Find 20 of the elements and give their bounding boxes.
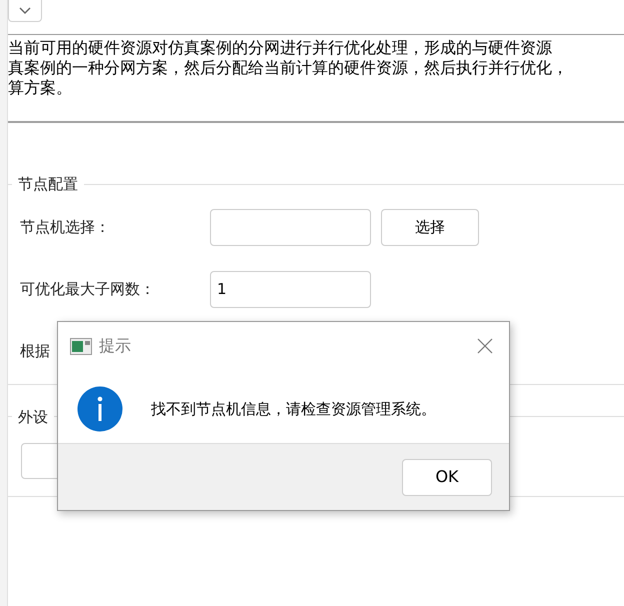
description-line: 当前可用的硬件资源对仿真案例的分网进行并行优化处理，形成的与硬件资源 (8, 38, 553, 58)
app-icon (70, 338, 92, 354)
dropdown-button[interactable] (8, 0, 42, 22)
chevron-down-icon (19, 6, 31, 14)
ok-button[interactable]: OK (402, 458, 492, 496)
group-title: 外设 (17, 406, 49, 428)
group-title: 节点配置 (17, 174, 79, 195)
field-label: 可优化最大子网数： (20, 280, 155, 298)
dialog-message: 找不到节点机信息，请检查资源管理系统。 (151, 399, 436, 420)
info-icon (77, 386, 123, 432)
field-label: 节点机选择： (20, 218, 110, 236)
field-label: 根据 (20, 342, 50, 360)
close-button[interactable] (475, 336, 495, 356)
dialog-title: 提示 (99, 335, 131, 357)
text-field[interactable] (210, 208, 371, 246)
close-icon (477, 338, 493, 354)
description-line: 真案例的一种分网方案，然后分配给当前计算的硬件资源，然后执行并行优化， (8, 58, 569, 78)
description-line: 算方案。 (8, 78, 73, 98)
text-field[interactable]: 1 (210, 270, 371, 308)
select-button[interactable]: 选择 (381, 208, 479, 246)
